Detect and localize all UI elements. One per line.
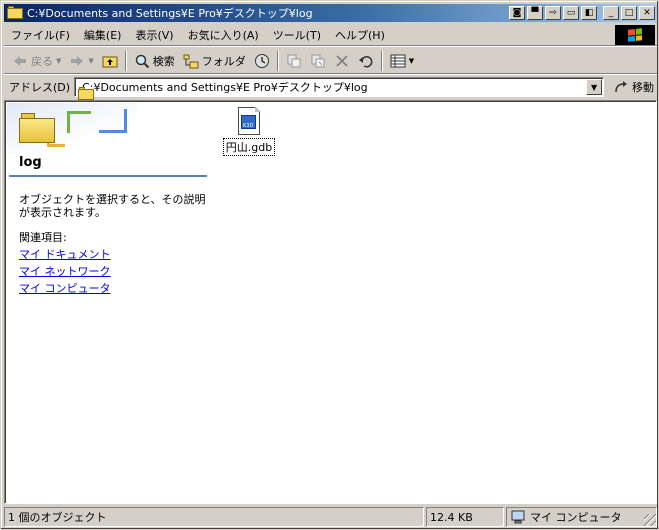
address-input[interactable]: C:¥Documents and Settings¥E Pro¥デスクトップ¥l… (74, 77, 605, 100)
undo-button[interactable] (354, 51, 378, 71)
file-item[interactable]: K3D 円山.gdb (221, 106, 277, 156)
folder-view[interactable]: log オブジェクトを選択すると、その説明が表示されます。 関連項目: マイ ド… (4, 100, 657, 504)
pin-icon[interactable]: ▀ (527, 6, 543, 20)
explorer-window: C:¥Documents and Settings¥E Pro¥デスクトップ¥l… (0, 0, 659, 530)
folders-button[interactable]: フォルダ (179, 51, 250, 71)
menu-bar: ファイル(F) 編集(E) 表示(V) お気に入り(A) ツール(T) ヘルプ(… (4, 24, 657, 46)
shade-icon[interactable]: ⇨ (545, 6, 561, 20)
related-links: マイ ドキュメント マイ ネットワーク マイ コンピュータ (19, 246, 111, 297)
folders-icon (183, 54, 199, 68)
menu-edit[interactable]: 編集(E) (77, 25, 129, 45)
chevron-down-icon[interactable]: ▼ (88, 57, 93, 65)
nvidia-icon[interactable]: ◙ (509, 6, 525, 20)
toolbar: 戻る ▼ ▼ 検索 フォルダ ▼ (4, 48, 657, 74)
window-title: C:¥Documents and Settings¥E Pro¥デスクトップ¥l… (27, 7, 313, 20)
resize-grip[interactable] (644, 514, 656, 526)
task-pane-folder-name: log (19, 155, 42, 170)
forward-arrow-icon (71, 55, 84, 66)
status-location: マイ コンピュータ (530, 511, 622, 524)
title-buttons: ◙ ▀ ⇨ ▭ ◧ _ □ ✕ (509, 6, 655, 20)
go-arrow-icon (615, 81, 628, 93)
search-icon (135, 54, 149, 68)
chevron-down-icon[interactable]: ▼ (586, 79, 603, 95)
copy-to-icon (311, 54, 325, 67)
views-icon (390, 54, 406, 67)
folder-icon (7, 6, 23, 20)
chevron-down-icon[interactable]: ▼ (56, 57, 61, 65)
status-bar: 1 個のオブジェクト 12.4 KB マイ コンピュータ (4, 507, 657, 527)
related-heading: 関連項目: (19, 231, 67, 244)
move-to-button[interactable] (282, 51, 306, 71)
history-icon (254, 53, 269, 68)
link-my-documents[interactable]: マイ ドキュメント (19, 246, 111, 263)
go-label: 移動 (632, 81, 655, 94)
search-button[interactable]: 検索 (130, 51, 179, 71)
back-button[interactable]: 戻る ▼ (8, 51, 65, 71)
delete-button[interactable] (330, 51, 354, 71)
menu-tools[interactable]: ツール(T) (266, 25, 328, 45)
delete-icon (336, 54, 348, 67)
menu-view[interactable]: 表示(V) (128, 25, 180, 45)
close-icon[interactable]: ✕ (639, 6, 655, 20)
title-bar[interactable]: C:¥Documents and Settings¥E Pro¥デスクトップ¥l… (4, 4, 657, 22)
gdb-file-icon: K3D (238, 106, 261, 135)
forward-button[interactable]: ▼ (65, 51, 97, 71)
status-objects: 1 個のオブジェクト (4, 507, 424, 527)
back-arrow-icon (14, 55, 26, 66)
status-location-panel: マイ コンピュータ (506, 507, 657, 527)
large-folder-icon (19, 113, 55, 143)
windows-logo-icon (615, 25, 655, 45)
toolbar-separator (380, 50, 383, 71)
views-button[interactable]: ▼ (386, 51, 418, 71)
menu-help[interactable]: ヘルプ(H) (328, 25, 392, 45)
maximize-alt-icon[interactable]: ▭ (563, 6, 579, 20)
undo-icon (358, 55, 373, 67)
file-name: 円山.gdb (222, 138, 276, 156)
address-value: C:¥Documents and Settings¥E Pro¥デスクトップ¥l… (82, 81, 368, 94)
chevron-down-icon[interactable]: ▼ (409, 57, 414, 65)
up-folder-icon (102, 56, 118, 67)
back-label: 戻る (31, 54, 53, 68)
menu-favorites[interactable]: お気に入り(A) (181, 25, 266, 45)
link-my-computer[interactable]: マイ コンピュータ (19, 280, 111, 297)
history-button[interactable] (250, 51, 274, 71)
my-computer-icon (511, 510, 525, 524)
up-folder-button[interactable] (98, 51, 122, 71)
folders-label: フォルダ (201, 54, 246, 68)
search-label: 検索 (152, 54, 175, 68)
go-button[interactable]: 移動 (610, 78, 657, 96)
menu-file[interactable]: ファイル(F) (4, 25, 77, 45)
task-pane-divider (9, 175, 207, 177)
restore-icon[interactable]: ◧ (581, 6, 597, 20)
toolbar-separator (276, 50, 279, 71)
status-size: 12.4 KB (426, 507, 504, 527)
copy-to-button[interactable] (306, 51, 330, 71)
maximize-icon[interactable]: □ (621, 6, 637, 20)
task-pane-description: オブジェクトを選択すると、その説明が表示されます。 (19, 193, 206, 219)
address-label: アドレス(D) (9, 81, 71, 94)
link-my-network[interactable]: マイ ネットワーク (19, 263, 111, 280)
move-to-icon (287, 54, 301, 67)
task-pane-banner (7, 103, 137, 153)
toolbar-separator (124, 50, 127, 71)
address-bar: アドレス(D) C:¥Documents and Settings¥E Pro¥… (4, 76, 657, 100)
minimize-icon[interactable]: _ (603, 6, 619, 20)
